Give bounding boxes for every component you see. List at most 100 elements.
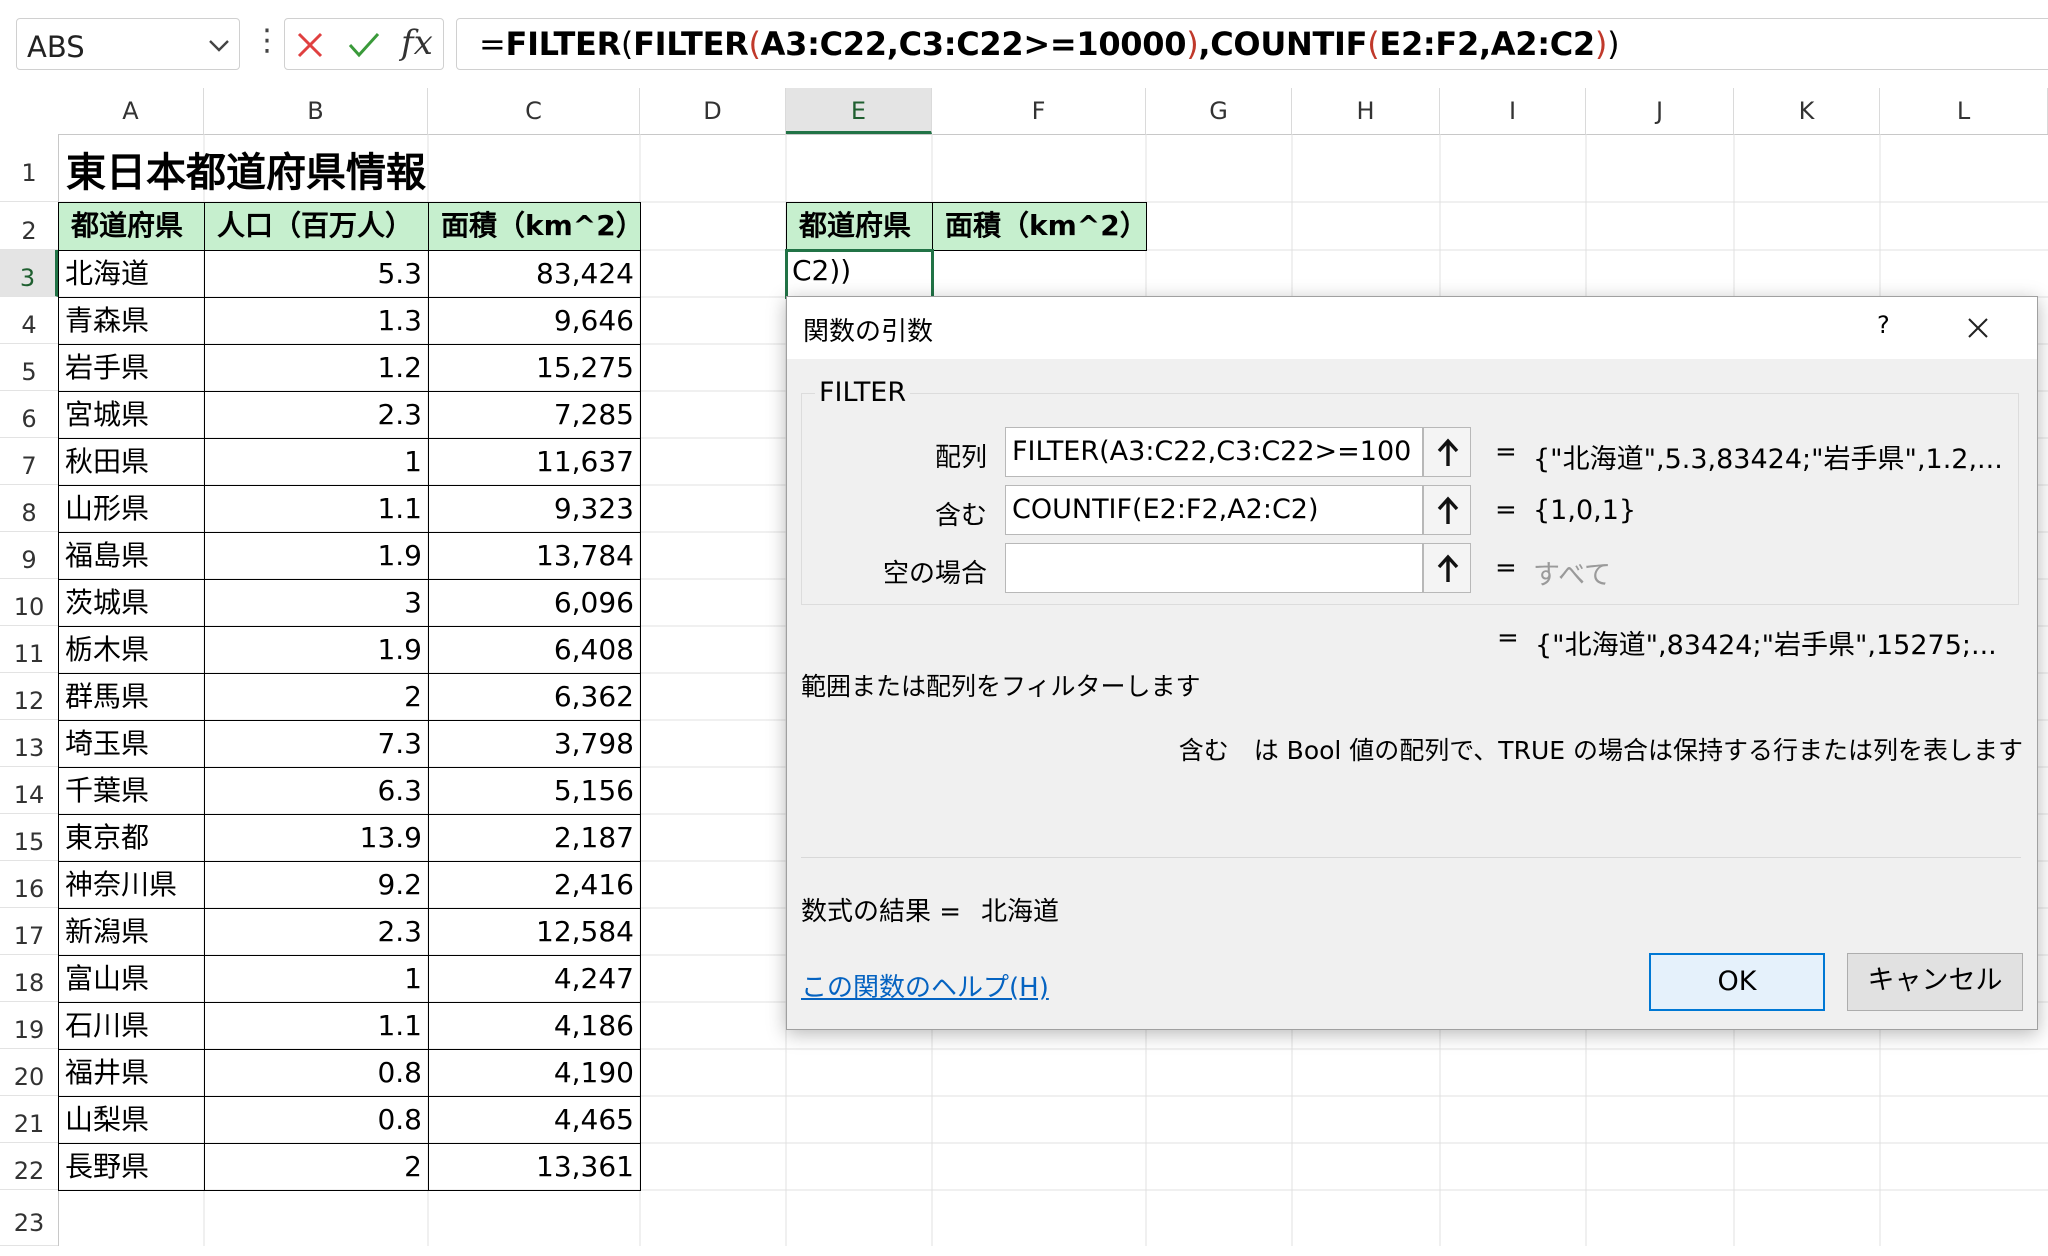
table-cell[interactable]: 11,637 [428, 438, 641, 486]
table-cell[interactable]: 2,187 [428, 814, 641, 862]
cancel-button[interactable]: キャンセル [1847, 953, 2023, 1011]
table-cell[interactable]: 2,416 [428, 861, 641, 909]
more-options-icon[interactable]: ⋮ [252, 26, 282, 56]
chevron-down-icon[interactable] [207, 34, 231, 56]
table-cell[interactable]: 2 [204, 1143, 429, 1191]
table-cell[interactable]: 7,285 [428, 391, 641, 439]
table-cell[interactable]: 15,275 [428, 344, 641, 392]
table-cell[interactable]: 9,646 [428, 297, 641, 345]
column-header-i[interactable]: I [1440, 88, 1586, 134]
row-header-18[interactable]: 18 [0, 955, 58, 1002]
formula-input[interactable]: =FILTER(FILTER(A3:C22,C3:C22>=10000),COU… [456, 18, 2048, 70]
table-cell[interactable]: 6,362 [428, 673, 641, 721]
row-header-8[interactable]: 8 [0, 485, 58, 532]
table-cell[interactable]: 1.1 [204, 1002, 429, 1050]
table-cell[interactable]: 福島県 [58, 532, 205, 580]
table-cell[interactable]: 3,798 [428, 720, 641, 768]
column-header-e[interactable]: E [786, 88, 932, 134]
fx-icon[interactable]: fx [401, 23, 433, 63]
row-header-22[interactable]: 22 [0, 1143, 58, 1190]
help-icon[interactable]: ? [1877, 311, 1890, 339]
table-cell[interactable]: 6.3 [204, 767, 429, 815]
column-header-h[interactable]: H [1292, 88, 1440, 134]
dialog-titlebar[interactable]: 関数の引数 ? [787, 297, 2037, 359]
table-cell[interactable]: 12,584 [428, 908, 641, 956]
table-cell[interactable]: 1.3 [204, 297, 429, 345]
table-cell[interactable]: 栃木県 [58, 626, 205, 674]
table-cell[interactable]: 北海道 [58, 250, 205, 298]
function-help-link[interactable]: この関数のヘルプ(H) [801, 967, 1049, 1004]
table-cell[interactable]: 13.9 [204, 814, 429, 862]
table-cell[interactable]: 石川県 [58, 1002, 205, 1050]
table-cell[interactable]: 神奈川県 [58, 861, 205, 909]
row-header-6[interactable]: 6 [0, 391, 58, 438]
column-header-a[interactable]: A [58, 88, 204, 134]
table-header-cell[interactable]: 都道府県 [58, 202, 205, 251]
close-icon[interactable] [1967, 317, 1989, 339]
table-cell[interactable]: 5,156 [428, 767, 641, 815]
table-cell[interactable]: 13,784 [428, 532, 641, 580]
table-cell[interactable]: 1.1 [204, 485, 429, 533]
column-header-c[interactable]: C [428, 88, 640, 134]
table-cell[interactable]: 新潟県 [58, 908, 205, 956]
column-header-b[interactable]: B [204, 88, 428, 134]
table-cell[interactable]: 宮城県 [58, 391, 205, 439]
table-cell[interactable]: 1.9 [204, 626, 429, 674]
table-cell[interactable]: 山形県 [58, 485, 205, 533]
row-header-3[interactable]: 3 [0, 250, 58, 297]
filter-header-cell[interactable]: 都道府県 [786, 202, 933, 251]
row-header-2[interactable]: 2 [0, 202, 58, 250]
row-header-7[interactable]: 7 [0, 438, 58, 485]
table-cell[interactable]: 2 [204, 673, 429, 721]
row-header-10[interactable]: 10 [0, 579, 58, 626]
column-header-j[interactable]: J [1586, 88, 1734, 134]
table-cell[interactable]: 茨城県 [58, 579, 205, 627]
row-header-14[interactable]: 14 [0, 767, 58, 814]
row-header-12[interactable]: 12 [0, 673, 58, 720]
table-cell[interactable]: 1.9 [204, 532, 429, 580]
row-header-16[interactable]: 16 [0, 861, 58, 908]
column-header-k[interactable]: K [1734, 88, 1880, 134]
table-cell[interactable]: 3 [204, 579, 429, 627]
row-header-15[interactable]: 15 [0, 814, 58, 861]
collapse-dialog-button[interactable] [1423, 543, 1471, 593]
row-header-23[interactable]: 23 [0, 1190, 58, 1246]
table-cell[interactable]: 9.2 [204, 861, 429, 909]
table-cell[interactable]: 1 [204, 955, 429, 1003]
row-header-5[interactable]: 5 [0, 344, 58, 391]
column-header-f[interactable]: F [932, 88, 1146, 134]
row-header-11[interactable]: 11 [0, 626, 58, 673]
table-cell[interactable]: 岩手県 [58, 344, 205, 392]
row-header-4[interactable]: 4 [0, 297, 58, 344]
table-cell[interactable]: 9,323 [428, 485, 641, 533]
argument-input[interactable]: FILTER(A3:C22,C3:C22>=100 [1005, 427, 1423, 477]
row-header-17[interactable]: 17 [0, 908, 58, 955]
table-cell[interactable]: 1.2 [204, 344, 429, 392]
column-header-g[interactable]: G [1146, 88, 1292, 134]
table-cell[interactable]: 長野県 [58, 1143, 205, 1191]
name-box[interactable]: ABS [16, 18, 240, 70]
filter-header-cell[interactable]: 面積（km^2） [932, 202, 1147, 251]
table-cell[interactable]: 千葉県 [58, 767, 205, 815]
table-cell[interactable]: 6,408 [428, 626, 641, 674]
column-header-d[interactable]: D [640, 88, 786, 134]
table-cell[interactable]: 東京都 [58, 814, 205, 862]
table-cell[interactable]: 6,096 [428, 579, 641, 627]
table-cell[interactable]: 13,361 [428, 1143, 641, 1191]
sheet-title[interactable]: 東日本都道府県情報 [66, 140, 426, 198]
row-header-13[interactable]: 13 [0, 720, 58, 767]
table-header-cell[interactable]: 面積（km^2） [428, 202, 641, 251]
active-cell-e3[interactable]: C2)) [785, 249, 934, 299]
table-cell[interactable]: 5.3 [204, 250, 429, 298]
table-cell[interactable]: 福井県 [58, 1049, 205, 1097]
column-header-l[interactable]: L [1880, 88, 2048, 134]
table-cell[interactable]: 青森県 [58, 297, 205, 345]
row-header-9[interactable]: 9 [0, 532, 58, 579]
table-cell[interactable]: 2.3 [204, 908, 429, 956]
table-cell[interactable]: 秋田県 [58, 438, 205, 486]
ok-button[interactable]: OK [1649, 953, 1825, 1011]
argument-input[interactable] [1005, 543, 1423, 593]
table-cell[interactable]: 群馬県 [58, 673, 205, 721]
row-header-19[interactable]: 19 [0, 1002, 58, 1049]
table-cell[interactable]: 山梨県 [58, 1096, 205, 1144]
